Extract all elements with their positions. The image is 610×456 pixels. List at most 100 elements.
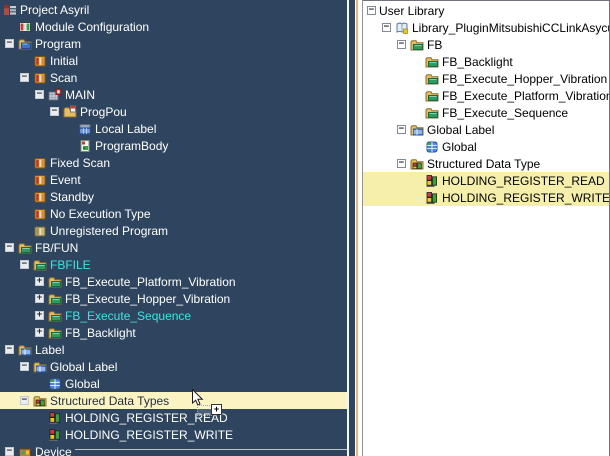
tree-item-standby[interactable]: Standby: [0, 188, 347, 205]
collapse-toggle-icon[interactable]: −: [397, 125, 406, 134]
tree-item-unregistered-program[interactable]: Unregistered Program: [0, 222, 347, 239]
tree-item-label: Library_PluginMitsubishiCCLinkAsycube: [412, 21, 610, 35]
tree-item-fb-backlight[interactable]: + FB_Backlight: [0, 324, 347, 341]
tree-item-label: FB_Backlight: [65, 326, 136, 340]
expand-toggle-icon[interactable]: +: [35, 328, 44, 337]
tree-item-no-execution-type[interactable]: No Execution Type: [0, 205, 347, 222]
tree-item-fbfile[interactable]: −FBFILE: [0, 256, 347, 273]
tree-item-initial[interactable]: Initial: [0, 52, 347, 69]
tree-item-fb-backlight[interactable]: FB_Backlight: [363, 53, 609, 70]
collapse-toggle-icon[interactable]: −: [5, 447, 14, 456]
sdt-folder-icon: [410, 157, 424, 171]
collapse-toggle-icon[interactable]: −: [20, 396, 29, 405]
tree-item-global-label[interactable]: −Global Label: [363, 121, 609, 138]
tree-item-label: ProgramBody: [95, 139, 168, 153]
tree-item-structured-data-types[interactable]: −Structured Data Types: [0, 392, 347, 409]
fb-folder-icon: [48, 292, 62, 306]
fb-folder-icon: [18, 241, 32, 255]
tree-item-progpou[interactable]: − ProgPou: [0, 103, 347, 120]
tree-item-program[interactable]: −Program: [0, 35, 347, 52]
ide-workspace: Project AsyrilModule Configuration−Progr…: [0, 0, 610, 456]
tree-item-label[interactable]: −Label: [0, 341, 347, 358]
tree-item-global[interactable]: Global: [0, 375, 347, 392]
collapse-toggle-icon[interactable]: −: [20, 73, 29, 82]
tree-item-main[interactable]: − MAIN: [0, 86, 347, 103]
tree-item-holding-register-read[interactable]: HOLDING_REGISTER_READ: [363, 172, 609, 189]
tree-item-fixed-scan[interactable]: Fixed Scan: [0, 154, 347, 171]
collapse-toggle-icon[interactable]: −: [20, 362, 29, 371]
tree-item-label: FB_Backlight: [442, 55, 513, 69]
collapse-toggle-icon[interactable]: −: [382, 23, 391, 32]
global-table-icon: [425, 140, 439, 154]
expand-toggle-icon[interactable]: +: [35, 294, 44, 303]
tree-item-label: HOLDING_REGISTER_WRITE: [65, 428, 233, 442]
label-folder-icon: [18, 343, 32, 357]
collapse-toggle-icon[interactable]: −: [5, 345, 14, 354]
tree-item-project-asyril[interactable]: Project Asyril: [0, 1, 347, 18]
local-label-icon: [78, 122, 92, 136]
tree-item-local-label[interactable]: Local Label: [0, 120, 347, 137]
tree-item-fb-execute-platform-vibration[interactable]: FB_Execute_Platform_Vibration: [363, 87, 609, 104]
tree-item-user-library[interactable]: −User Library: [363, 2, 609, 19]
fb-folder-icon: [425, 106, 439, 120]
collapse-toggle-icon[interactable]: −: [20, 260, 29, 269]
unregistered-program-icon: [33, 224, 47, 238]
tree-item-label: Unregistered Program: [50, 224, 168, 238]
tree-item-holding-register-write[interactable]: HOLDING_REGISTER_WRITE: [363, 189, 609, 206]
sdt-folder-icon: [33, 394, 47, 408]
expand-toggle-icon[interactable]: +: [35, 311, 44, 320]
fb-folder-icon: [410, 38, 424, 52]
tree-item-fb-execute-hopper-vibration[interactable]: +FB_Execute_Hopper_Vibration: [0, 290, 347, 307]
tree-item-holding-register-read[interactable]: HOLDING_REGISTER_READ: [0, 409, 347, 426]
tree-item-fb-execute-sequence[interactable]: FB_Execute_Sequence: [363, 104, 609, 121]
tree-item-label: Event: [50, 173, 81, 187]
module-config-icon: [18, 20, 32, 34]
collapse-toggle-icon[interactable]: −: [367, 6, 376, 15]
tree-item-fb-fun[interactable]: − FB/FUN: [0, 239, 347, 256]
tree-item-holding-register-write[interactable]: HOLDING_REGISTER_WRITE: [0, 426, 347, 443]
collapse-toggle-icon[interactable]: −: [35, 90, 44, 99]
tree-item-label: FB_Execute_Platform_Vibration: [65, 275, 236, 289]
tree-item-fb-execute-sequence[interactable]: +FB_Execute_Sequence: [0, 307, 347, 324]
library-book-icon: [395, 21, 409, 35]
tree-item-label: HOLDING_REGISTER_WRITE: [442, 191, 610, 205]
tree-item-label: FB: [427, 38, 442, 52]
pou-folder-icon: [63, 105, 77, 119]
tree-item-label: Module Configuration: [35, 20, 149, 34]
tree-item-label: ProgPou: [80, 105, 127, 119]
tree-item-programbody[interactable]: ProgramBody: [0, 137, 347, 154]
tree-item-label: User Library: [379, 4, 444, 18]
tree-item-label: MAIN: [65, 88, 95, 102]
exec-type-icon: [33, 207, 47, 221]
tree-item-module-configuration[interactable]: Module Configuration: [0, 18, 347, 35]
tree-item-label: Structured Data Type: [427, 157, 540, 171]
tree-item-scan[interactable]: −Scan: [0, 69, 347, 86]
exec-type-icon: [33, 54, 47, 68]
fb-folder-icon: [48, 275, 62, 289]
fb-folder-icon: [425, 55, 439, 69]
program-folder-icon: [18, 37, 32, 51]
tree-item-fb-execute-hopper-vibration[interactable]: FB_Execute_Hopper_Vibration: [363, 70, 609, 87]
tree-item-global-label[interactable]: −Global Label: [0, 358, 347, 375]
tree-item-global[interactable]: Global: [363, 138, 609, 155]
collapse-toggle-icon[interactable]: −: [5, 243, 14, 252]
tree-item-library-pluginmitsubishicclinkasycube[interactable]: − Library_PluginMitsubishiCCLinkAsycube: [363, 19, 609, 36]
tree-item-fb[interactable]: − FB: [363, 36, 609, 53]
label-folder-icon: [33, 360, 47, 374]
project-icon: [3, 3, 17, 17]
tree-item-structured-data-type[interactable]: − Structured Data Type: [363, 155, 609, 172]
tree-item-label: FB/FUN: [35, 241, 78, 255]
tree-item-label: No Execution Type: [50, 207, 151, 221]
drop-indicator-line: [75, 449, 347, 450]
exec-type-icon: [33, 190, 47, 204]
tree-item-label: HOLDING_REGISTER_READ: [65, 411, 228, 425]
collapse-toggle-icon[interactable]: −: [50, 107, 59, 116]
tree-item-event[interactable]: Event: [0, 171, 347, 188]
collapse-toggle-icon[interactable]: −: [397, 159, 406, 168]
tree-item-label: Global: [65, 377, 100, 391]
collapse-toggle-icon[interactable]: −: [5, 39, 14, 48]
collapse-toggle-icon[interactable]: −: [397, 40, 406, 49]
tree-item-label: FB_Execute_Hopper_Vibration: [442, 72, 607, 86]
expand-toggle-icon[interactable]: +: [35, 277, 44, 286]
tree-item-fb-execute-platform-vibration[interactable]: + FB_Execute_Platform_Vibration: [0, 273, 347, 290]
